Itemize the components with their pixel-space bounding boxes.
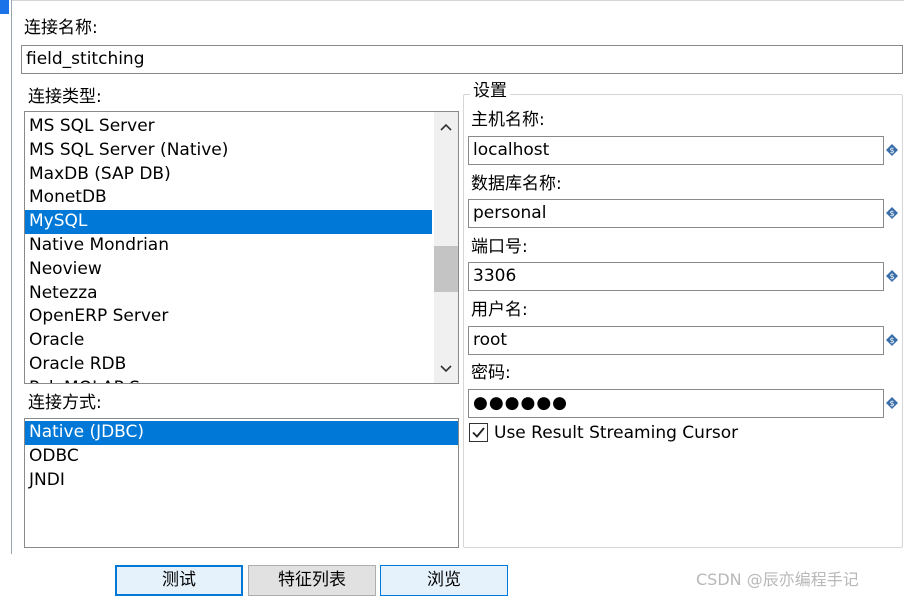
diamond-variable-icon[interactable]: $: [886, 334, 898, 346]
access-method-items: Native (JDBC) ODBC JNDI: [25, 421, 458, 492]
access-method-label: 连接方式:: [28, 393, 102, 413]
connection-type-item[interactable]: MaxDB (SAP DB): [25, 163, 432, 187]
settings-title: 设置: [470, 80, 510, 102]
connection-type-item[interactable]: MySQL: [25, 210, 432, 234]
left-panel-edge: [0, 0, 12, 554]
test-button[interactable]: 测试: [115, 565, 243, 596]
streaming-cursor-label[interactable]: Use Result Streaming Cursor: [494, 422, 738, 444]
svg-text:$: $: [889, 209, 894, 218]
diamond-variable-icon[interactable]: $: [886, 397, 898, 409]
connection-type-item[interactable]: Native Mondrian: [25, 234, 432, 258]
top-divider: [12, 0, 904, 1]
svg-text:$: $: [889, 146, 894, 155]
connection-type-items: MS SQL Server MS SQL Server (Native) MaxDB…: [25, 115, 432, 383]
diamond-variable-icon[interactable]: $: [886, 270, 898, 282]
connection-name-input[interactable]: field_stitching: [21, 45, 903, 74]
connection-type-item[interactable]: Oracle: [25, 329, 432, 353]
connection-type-item[interactable]: OpenERP Server: [25, 305, 432, 329]
database-label: 数据库名称:: [471, 174, 562, 194]
watermark: CSDN @辰亦编程手记: [696, 570, 859, 589]
access-method-item[interactable]: JNDI: [25, 469, 458, 493]
password-input[interactable]: ●●●●●●: [468, 389, 884, 418]
connection-type-label: 连接类型:: [28, 87, 102, 107]
connection-type-item[interactable]: PaloMOLAP Server: [25, 377, 432, 383]
chevron-up-icon[interactable]: [434, 117, 458, 137]
connection-name-label: 连接名称:: [24, 18, 98, 38]
diamond-variable-icon[interactable]: $: [886, 144, 898, 156]
host-label: 主机名称:: [471, 110, 545, 130]
username-input[interactable]: root: [468, 326, 884, 355]
port-label: 端口号:: [471, 237, 528, 257]
streaming-cursor-checkbox[interactable]: [469, 423, 488, 442]
connection-type-item[interactable]: MS SQL Server: [25, 115, 432, 139]
left-panel-accent: [0, 0, 9, 14]
host-input[interactable]: localhost: [468, 136, 884, 165]
svg-text:$: $: [889, 399, 894, 408]
browse-button[interactable]: 浏览: [380, 565, 508, 596]
diamond-variable-icon[interactable]: $: [886, 207, 898, 219]
username-label: 用户名:: [471, 300, 528, 320]
database-input[interactable]: personal: [468, 199, 884, 228]
password-label: 密码:: [471, 363, 511, 383]
svg-text:$: $: [889, 336, 894, 345]
connection-type-item[interactable]: Oracle RDB: [25, 353, 432, 377]
svg-text:$: $: [889, 272, 894, 281]
feature-list-button[interactable]: 特征列表: [248, 565, 376, 596]
access-method-item[interactable]: Native (JDBC): [25, 421, 458, 445]
connection-type-list[interactable]: MS SQL Server MS SQL Server (Native) MaxDB…: [24, 111, 459, 384]
chevron-down-icon[interactable]: [434, 359, 458, 379]
connection-type-item[interactable]: Neoview: [25, 258, 432, 282]
connection-type-item[interactable]: MS SQL Server (Native): [25, 139, 432, 163]
connection-type-scrollbar[interactable]: [434, 112, 458, 383]
connection-type-item[interactable]: Netezza: [25, 282, 432, 306]
access-method-item[interactable]: ODBC: [25, 445, 458, 469]
checkmark-icon: [472, 427, 485, 438]
connection-type-item[interactable]: MonetDB: [25, 186, 432, 210]
scroll-thumb[interactable]: [434, 246, 458, 292]
access-method-list[interactable]: Native (JDBC) ODBC JNDI: [24, 418, 459, 548]
port-input[interactable]: 3306: [468, 262, 884, 291]
